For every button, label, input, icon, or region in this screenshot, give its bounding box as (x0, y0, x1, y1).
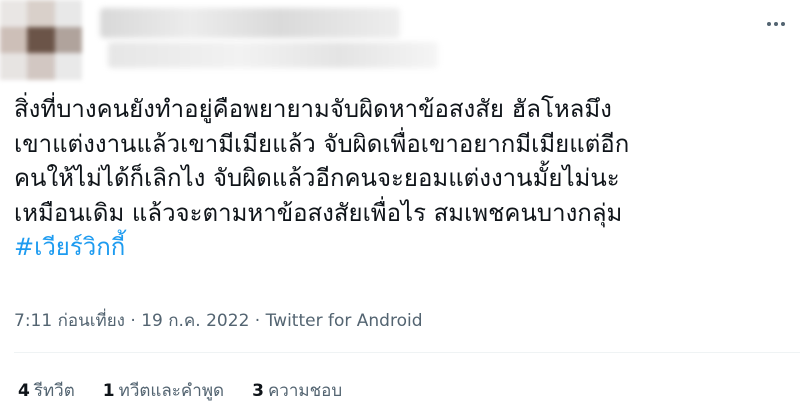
tweet-text-line: คนให้ไม่ได้ก็เลิกไง จับผิดแล้วอีกคนจะยอม… (14, 164, 620, 192)
retweets-label: รีทวีต (33, 381, 75, 401)
tweet-text-line: เขาแต่งงานแล้วเขามีเมียแล้ว จับผิดเพื่อเ… (14, 129, 630, 158)
tweet-time[interactable]: 7:11 ก่อนเที่ยง (14, 311, 125, 331)
author-name-redacted[interactable] (100, 8, 400, 38)
tweet-stats: 4 รีทวีต 1 ทวีตและคำพูด 3 ความชอบ (18, 377, 342, 404)
quotes-label: ทวีตและคำพูด (118, 381, 225, 401)
meta-separator: · (254, 311, 261, 331)
hashtag-link[interactable]: #เวียร์วิกกี้ (14, 230, 794, 265)
more-horizontal-icon (767, 22, 785, 26)
tweet-source-link[interactable]: Twitter for Android (266, 311, 423, 331)
avatar[interactable] (0, 0, 82, 80)
likes-stat[interactable]: 3 ความชอบ (252, 377, 342, 404)
likes-count: 3 (252, 381, 264, 401)
tweet-header (0, 0, 800, 80)
quotes-count: 1 (102, 381, 115, 401)
retweets-stat[interactable]: 4 รีทวีต (18, 377, 75, 404)
retweets-count: 4 (18, 381, 30, 401)
author-handle-redacted (108, 42, 438, 68)
tweet-date[interactable]: 19 ก.ค. 2022 (141, 311, 249, 331)
tweet-text-line: เหมือนเดิม แล้วจะตามหาข้อสงสัยเพื่อไร สม… (14, 198, 623, 227)
quotes-stat[interactable]: 1 ทวีตและคำพูด (103, 377, 224, 404)
divider (14, 352, 800, 353)
tweet-meta: 7:11 ก่อนเที่ยง · 19 ก.ค. 2022 · Twitter… (14, 307, 423, 334)
likes-label: ความชอบ (267, 381, 343, 401)
more-options-button[interactable] (760, 8, 792, 40)
tweet-text: สิ่งที่บางคนยังทำอยู่คือพยายามจับผิดหาข้… (14, 92, 794, 265)
meta-separator: · (130, 311, 136, 331)
tweet-text-line: สิ่งที่บางคนยังทำอยู่คือพยายามจับผิดหาข้… (14, 95, 612, 123)
